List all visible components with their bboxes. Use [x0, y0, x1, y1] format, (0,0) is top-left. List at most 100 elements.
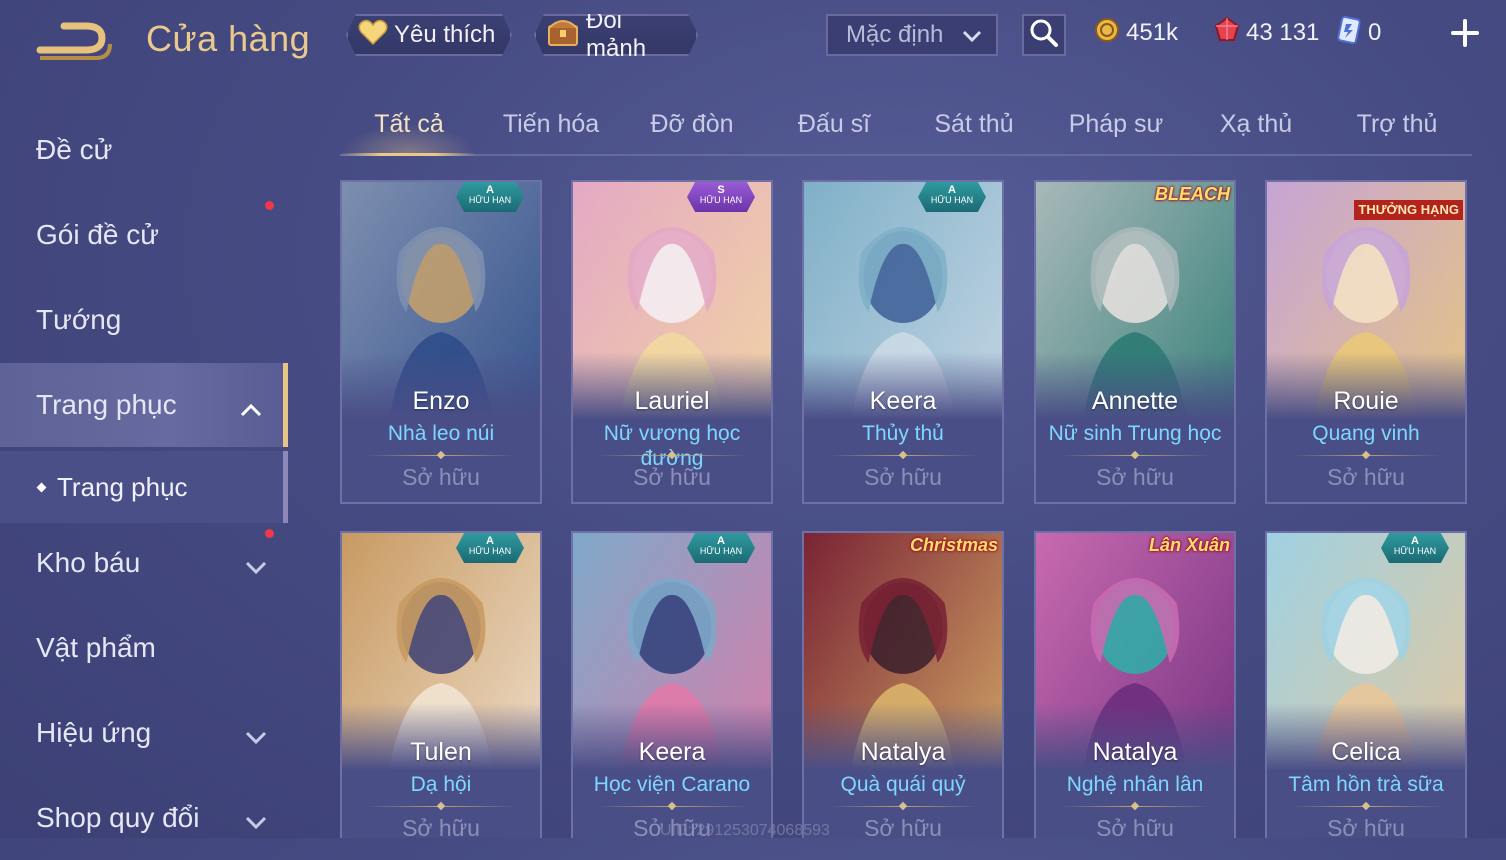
tab-assassin[interactable]: Sát thủ [909, 110, 1039, 139]
skin-card[interactable]: SHỮU HẠNLaurielNữ vương học đườngSở hữu [571, 180, 773, 504]
skin-card[interactable]: BLEACH Annette Nữ sinh Trung học Sở hữu [1034, 180, 1236, 504]
hero-name: Natalya [1092, 738, 1178, 766]
sort-dropdown[interactable]: Mặc định [826, 14, 998, 56]
sidebar-item-treasure[interactable]: Kho báu [0, 521, 288, 605]
sidebar-item-items[interactable]: Vật phẩm [0, 606, 288, 690]
skin-card[interactable]: THƯỞNG HẠNG Rouie Quang vinh Sở hữu [1265, 180, 1467, 504]
favorite-label: Yêu thích [394, 21, 496, 48]
shard-exchange-button[interactable]: Đổi mảnh [534, 14, 698, 56]
skin-card[interactable]: A HỮU HẠN Keera Thủy thủ Sở hữu [802, 180, 1004, 504]
sidebar-item-label: Gói đề cử [36, 219, 160, 250]
event-logo: Christmas [909, 535, 998, 555]
owned-status: Sở hữu [1327, 464, 1405, 490]
notification-dot [265, 201, 274, 210]
sidebar-subitem-label: Trang phục [57, 471, 188, 502]
skin-card[interactable]: A HỮU HẠN Celica Tâm hồn trà sữa Sở hữu [1265, 531, 1467, 838]
tab-tank[interactable]: Đỡ đòn [627, 110, 757, 139]
plus-icon [1451, 19, 1479, 47]
bullet-diamond-icon [36, 482, 47, 492]
chevron-up-icon [239, 395, 263, 427]
skin-name: Thủy thủ [862, 422, 944, 445]
category-tabs: Tất cả Tiến hóa Đỡ đòn Đấu sĩ Sát thủ Ph… [340, 100, 1472, 156]
owned-status: Sở hữu [1096, 464, 1174, 490]
chevron-down-icon [244, 553, 268, 585]
owned-status: Sở hữu [864, 815, 942, 838]
skin-name: Nghệ nhân lân [1066, 773, 1204, 796]
sidebar-item-effects[interactable]: Hiệu ứng [0, 691, 288, 775]
card-divider [597, 455, 747, 456]
shard-exchange-label: Đổi mảnh [586, 7, 647, 62]
card-divider [366, 806, 516, 807]
sidebar-item-label: Shop quy đổi [36, 802, 200, 833]
tab-marksman[interactable]: Xạ thủ [1191, 110, 1321, 139]
uid-watermark: UID: 291253074068593 [660, 822, 830, 839]
limited-rank-badge: A HỮU HẠN [456, 182, 524, 212]
add-currency-button[interactable] [1448, 16, 1482, 50]
skin-card[interactable]: A HỮU HẠN Enzo Nhà leo núi Sở hữu [340, 180, 542, 504]
skin-grid: A HỮU HẠN Enzo Nhà leo núi Sở hữu S HỮU HẠN La… [340, 180, 1472, 838]
skin-name: Dạ hội [410, 773, 472, 796]
top-bar: Cửa hàng Yêu thích Đổi mảnh Mặc định 451… [0, 0, 1506, 80]
hero-name: Rouie [1333, 387, 1399, 415]
sidebar-item-recommended[interactable]: Đề cử [0, 108, 288, 192]
skin-card[interactable]: A HỮU HẠN Keera Học viện Carano Sở hữu [571, 531, 773, 838]
card-divider [828, 455, 978, 456]
tab-all[interactable]: Tất cả [344, 110, 474, 139]
tab-mage[interactable]: Pháp sư [1051, 110, 1181, 139]
card-divider [366, 455, 516, 456]
hero-name: Lauriel [634, 387, 710, 415]
sidebar-item-label: Trang phục [36, 389, 177, 420]
skin-card[interactable]: Lân Xuân Natalya Nghệ nhân lân Sở hữu [1034, 531, 1236, 838]
hero-name: Enzo [412, 387, 470, 415]
voucher-ticket-icon [1336, 15, 1362, 51]
gold-amount: 451k [1126, 19, 1179, 46]
card-divider [597, 806, 747, 807]
card-divider [1060, 806, 1210, 807]
voucher-amount: 0 [1368, 19, 1382, 46]
chevron-down-icon [244, 723, 268, 755]
sidebar-item-bundles[interactable]: Gói đề cử [0, 193, 288, 277]
limited-rank-badge: A HỮU HẠN [918, 182, 986, 212]
sidebar-item-label: Hiệu ứng [36, 717, 152, 748]
chevron-down-icon [244, 808, 268, 840]
favorite-button[interactable]: Yêu thích [346, 14, 512, 56]
limited-rank-badge: S HỮU HẠN [687, 182, 755, 212]
hero-name: Annette [1091, 387, 1179, 415]
skin-name: Nhà leo núi [387, 422, 495, 445]
hero-name: Keera [638, 738, 706, 766]
heart-icon [358, 18, 388, 53]
skin-card[interactable]: A HỮU HẠN Tulen Dạ hội Sở hữu [340, 531, 542, 838]
tab-evolution[interactable]: Tiến hóa [486, 110, 616, 139]
sidebar-item-label: Kho báu [36, 547, 141, 578]
treasure-chest-icon [546, 16, 580, 55]
hero-name: Keera [869, 387, 937, 415]
page-title: Cửa hàng [146, 18, 311, 59]
limited-rank-badge: A HỮU HẠN [456, 533, 524, 563]
limited-rank-badge: A HỮU HẠN [687, 533, 755, 563]
sidebar-subitem-skins[interactable]: Trang phục [0, 451, 288, 523]
skin-card[interactable]: Christmas Natalya Quà quái quỷ Sở hữu [802, 531, 1004, 838]
card-divider [1060, 455, 1210, 456]
ruby-amount: 43 131 [1246, 19, 1320, 46]
search-button[interactable] [1022, 14, 1066, 56]
hero-name: Celica [1331, 738, 1401, 766]
owned-status: Sở hữu [1096, 815, 1174, 838]
skin-name: Học viện Carano [593, 773, 751, 796]
card-divider [1291, 806, 1441, 807]
sidebar-item-heroes[interactable]: Tướng [0, 278, 288, 362]
skin-name: Nữ sinh Trung học [1048, 422, 1222, 445]
owned-status: Sở hữu [402, 464, 480, 490]
rank-reward-tag: THƯỞNG HẠNG [1354, 200, 1463, 220]
back-arrow-icon[interactable] [36, 20, 116, 64]
sidebar-item-label: Vật phẩm [36, 632, 156, 663]
search-icon [1029, 18, 1059, 53]
tab-fighter[interactable]: Đấu sĩ [769, 110, 899, 139]
chevron-down-icon [960, 24, 984, 55]
ruby-currency: 43 131 [1214, 16, 1319, 50]
sidebar-item-exchange-shop[interactable]: Shop quy đổi [0, 776, 288, 860]
skin-name: Quang vinh [1312, 422, 1420, 445]
voucher-currency: 0 [1336, 15, 1382, 51]
tab-support[interactable]: Trợ thủ [1332, 110, 1462, 139]
sidebar-item-skins[interactable]: Trang phục [0, 363, 288, 447]
sort-value: Mặc định [846, 21, 944, 48]
